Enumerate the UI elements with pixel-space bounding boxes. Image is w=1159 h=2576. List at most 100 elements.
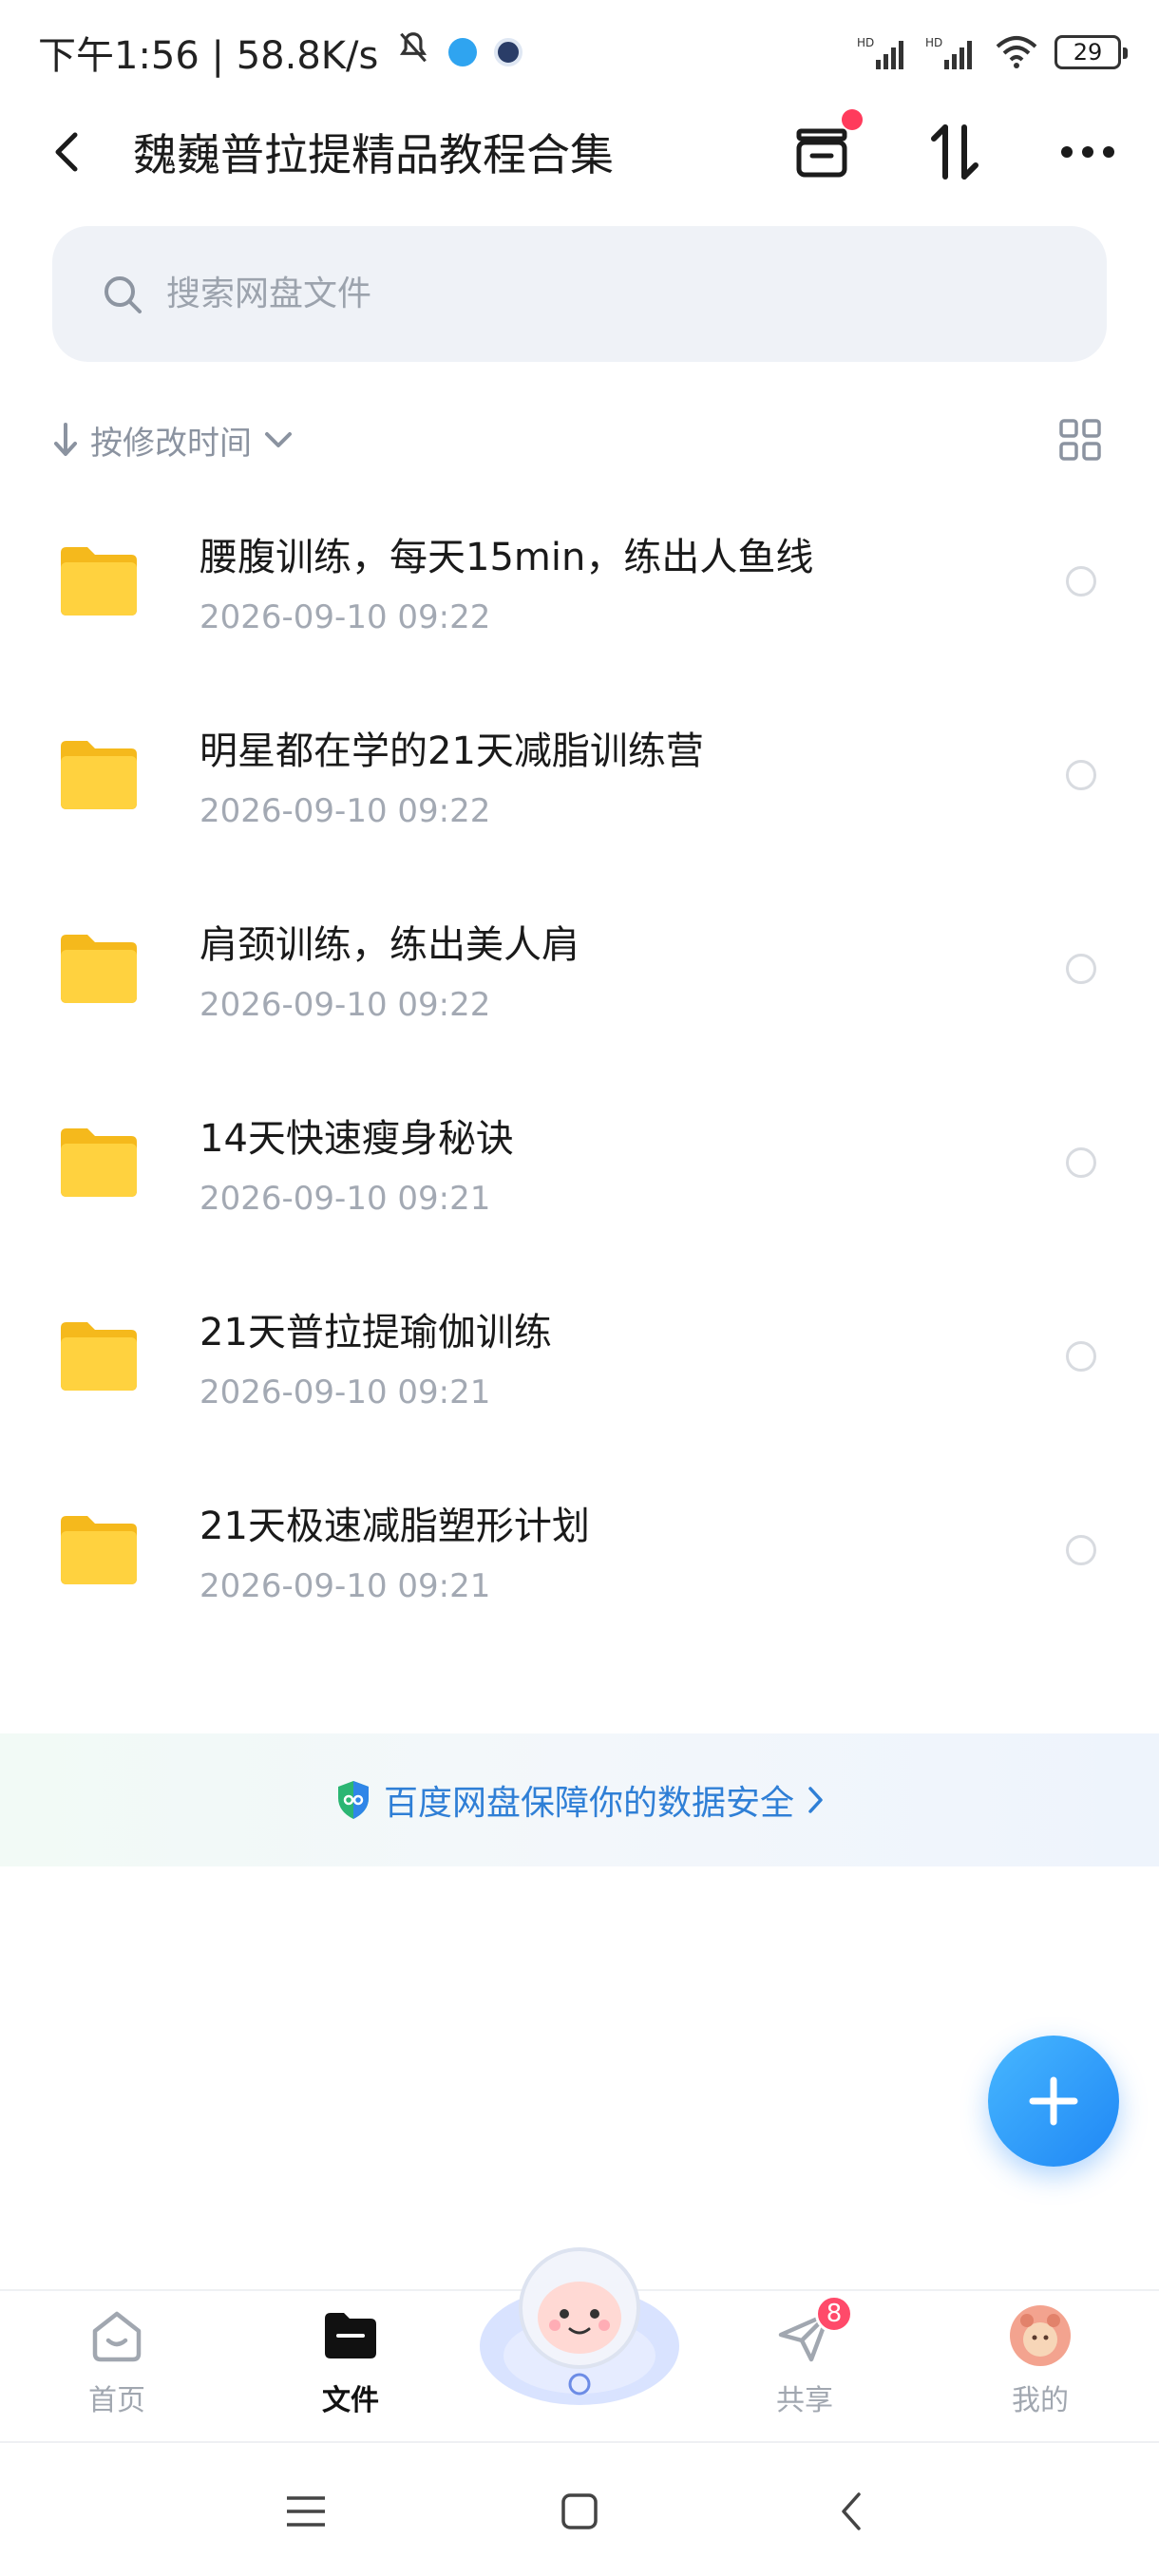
folder-icon <box>61 547 137 616</box>
file-name: 14天快速瘦身秘诀 <box>200 1117 514 1161</box>
svg-text:HD: HD <box>925 36 942 49</box>
plus-icon <box>1029 2076 1078 2126</box>
grid-view-icon <box>1059 419 1101 461</box>
sort-toggle-button[interactable] <box>922 119 988 185</box>
file-text: 腰腹训练，每天15min，练出人鱼线 2026-09-10 09:22 <box>200 526 813 636</box>
folder-icon <box>61 1128 137 1197</box>
select-checkbox[interactable] <box>1066 1341 1096 1372</box>
header-actions <box>788 109 1121 185</box>
archive-box-icon <box>796 128 847 178</box>
back-button[interactable] <box>38 123 95 180</box>
file-text: 21天普拉提瑜伽训练 2026-09-10 09:21 <box>200 1301 552 1411</box>
nav-home[interactable]: 首页 <box>46 2302 188 2435</box>
status-right: HD HD 29 <box>857 35 1128 69</box>
file-date: 2026-09-10 09:21 <box>200 1373 491 1411</box>
file-text: 21天极速减脂塑形计划 2026-09-10 09:21 <box>200 1495 590 1605</box>
safety-text: 百度网盘保障你的数据安全 <box>383 1784 794 1823</box>
transfer-list-button[interactable] <box>788 109 863 185</box>
sort-label: 按修改时间 <box>90 424 252 463</box>
file-date: 2026-09-10 09:21 <box>200 1180 491 1218</box>
send-icon: 8 <box>771 2295 853 2369</box>
svg-text:HD: HD <box>857 36 874 49</box>
folder-icon <box>61 1322 137 1391</box>
file-list: 腰腹训练，每天15min，练出人鱼线 2026-09-10 09:22 明星都在… <box>0 484 1159 1647</box>
search-icon <box>104 275 142 313</box>
file-name: 腰腹训练，每天15min，练出人鱼线 <box>200 536 814 579</box>
page-title: 魏巍普拉提精品教程合集 <box>133 129 614 180</box>
shield-icon <box>337 1781 369 1819</box>
arrow-down-icon <box>54 423 77 456</box>
battery-level: 29 <box>1073 39 1103 66</box>
file-name: 21天极速减脂塑形计划 <box>200 1505 590 1548</box>
status-time: 下午1:56 | 58.8K/s <box>38 34 379 78</box>
list-item[interactable]: 14天快速瘦身秘诀 2026-09-10 09:21 <box>0 1066 1159 1260</box>
home-button[interactable] <box>549 2481 610 2542</box>
nav-share[interactable]: 8 共享 <box>733 2295 876 2435</box>
search-bar[interactable] <box>52 226 1107 362</box>
file-text: 肩颈训练，练出美人肩 2026-09-10 09:22 <box>200 914 580 1024</box>
nav-files[interactable]: 文件 <box>279 2302 422 2435</box>
chevron-right-icon <box>808 1787 823 1813</box>
nav-mine-label: 我的 <box>1012 2384 1069 2417</box>
nav-files-label: 文件 <box>322 2384 379 2417</box>
nav-share-label: 共享 <box>776 2384 833 2417</box>
file-date: 2026-09-10 09:22 <box>200 792 491 830</box>
battery-icon: 29 <box>1054 35 1128 69</box>
file-date: 2026-09-10 09:22 <box>200 598 491 636</box>
header: 魏巍普拉提精品教程合集 <box>0 104 1159 199</box>
grid-view-button[interactable] <box>1054 413 1107 466</box>
folder-icon <box>61 1516 137 1584</box>
home-icon <box>84 2302 150 2369</box>
upload-icon <box>448 38 478 66</box>
file-name: 21天普拉提瑜伽训练 <box>200 1311 552 1354</box>
list-item[interactable]: 21天极速减脂塑形计划 2026-09-10 09:21 <box>0 1453 1159 1647</box>
chevron-left-icon <box>55 132 78 172</box>
signal-icon: HD <box>857 36 903 69</box>
file-date: 2026-09-10 09:21 <box>200 1567 491 1605</box>
select-checkbox[interactable] <box>1066 954 1096 984</box>
chevron-down-icon <box>265 432 292 447</box>
add-button[interactable] <box>988 2036 1119 2167</box>
more-button[interactable] <box>1054 119 1121 185</box>
page: 下午1:56 | 58.8K/s HD HD 29 魏巍普拉提精品教程合集 搜索… <box>0 0 1159 2576</box>
swap-vertical-icon <box>931 124 978 180</box>
mute-icon <box>395 29 431 75</box>
list-item[interactable]: 腰腹训练，每天15min，练出人鱼线 2026-09-10 09:22 <box>0 484 1159 678</box>
file-name: 肩颈训练，练出美人肩 <box>200 923 580 967</box>
recent-apps-button[interactable] <box>276 2481 336 2542</box>
select-checkbox[interactable] <box>1066 1535 1096 1565</box>
file-name: 明星都在学的21天减脂训练营 <box>200 729 704 773</box>
nav-home-label: 首页 <box>88 2384 145 2417</box>
signal-icon-2: HD <box>925 36 972 69</box>
list-item[interactable]: 肩颈训练，练出美人肩 2026-09-10 09:22 <box>0 872 1159 1066</box>
status-bar: 下午1:56 | 58.8K/s HD HD 29 <box>0 0 1159 104</box>
app-notification-icon <box>494 38 523 66</box>
menu-icon <box>287 2496 325 2527</box>
select-checkbox[interactable] <box>1066 1147 1096 1178</box>
mascot-assistant-icon[interactable] <box>475 2232 684 2422</box>
select-checkbox[interactable] <box>1066 566 1096 597</box>
folder-icon <box>317 2302 384 2369</box>
select-checkbox[interactable] <box>1066 760 1096 790</box>
file-text: 明星都在学的21天减脂训练营 2026-09-10 09:22 <box>200 720 704 830</box>
sort-dropdown[interactable]: 按修改时间 <box>52 417 294 464</box>
search-input[interactable] <box>166 275 1021 313</box>
notification-dot <box>842 109 863 130</box>
system-nav-bar <box>0 2441 1159 2576</box>
square-icon <box>561 2493 598 2529</box>
nav-mine[interactable]: 我的 <box>969 2302 1112 2435</box>
avatar <box>1007 2302 1074 2369</box>
folder-icon <box>61 935 137 1003</box>
system-back-button[interactable] <box>821 2481 882 2542</box>
safety-banner[interactable]: 百度网盘保障你的数据安全 <box>0 1733 1159 1866</box>
sort-row: 按修改时间 <box>52 408 1107 471</box>
file-date: 2026-09-10 09:22 <box>200 986 491 1024</box>
list-item[interactable]: 21天普拉提瑜伽训练 2026-09-10 09:21 <box>0 1260 1159 1453</box>
more-horizontal-icon <box>1061 146 1114 158</box>
wifi-icon <box>996 36 1037 68</box>
folder-icon <box>61 741 137 809</box>
file-text: 14天快速瘦身秘诀 2026-09-10 09:21 <box>200 1108 514 1218</box>
status-left: 下午1:56 | 58.8K/s <box>38 25 523 80</box>
chevron-left-icon <box>842 2492 861 2530</box>
list-item[interactable]: 明星都在学的21天减脂训练营 2026-09-10 09:22 <box>0 678 1159 872</box>
